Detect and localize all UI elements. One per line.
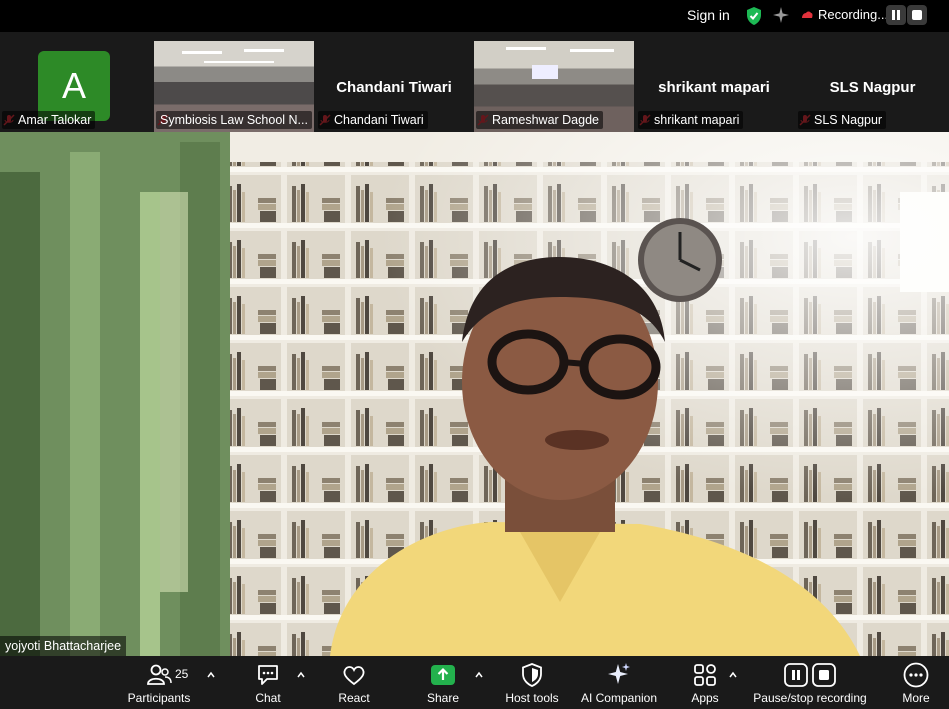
participant-tile[interactable]: Symbiosis Law School N...	[154, 41, 314, 132]
pause-stop-recording-button[interactable]: Pause/stop recording	[752, 662, 868, 705]
participant-strip: A Amar Talokar Symbiosis Law School N...…	[0, 38, 949, 132]
participant-display-name: shrikant mapari	[658, 79, 770, 96]
chat-label: Chat	[255, 691, 281, 705]
participant-tile[interactable]: shrikant mapari shrikant mapari	[636, 41, 792, 132]
chevron-up-icon[interactable]	[474, 670, 484, 680]
participant-display-name: Chandani Tiwari	[336, 79, 452, 96]
more-icon	[903, 662, 929, 688]
sign-in-link[interactable]: Sign in	[687, 7, 730, 23]
participant-name: Chandani Tiwari	[318, 111, 428, 129]
react-label: React	[338, 691, 370, 705]
participants-count: 25	[175, 667, 189, 681]
share-label: Share	[426, 691, 460, 705]
speaker-name-label: yojyoti Bhattacharjee	[0, 636, 127, 656]
host-tools-button[interactable]: Host tools	[502, 662, 562, 705]
chevron-up-icon[interactable]	[728, 670, 738, 680]
apps-button[interactable]: Apps	[689, 662, 721, 705]
ai-sparkle-icon	[608, 663, 630, 684]
react-button[interactable]: React	[334, 662, 374, 705]
projector-screen	[532, 65, 558, 79]
ai-companion-label: AI Companion	[580, 691, 658, 705]
chat-icon	[258, 665, 278, 685]
participant-tile[interactable]: SLS Nagpur SLS Nagpur	[796, 41, 949, 132]
more-button[interactable]: More	[898, 662, 934, 705]
share-screen-icon	[431, 665, 455, 685]
participant-name: shrikant mapari	[638, 111, 744, 129]
shield-icon	[522, 663, 542, 687]
participant-name: Symbiosis Law School N...	[156, 111, 312, 129]
ai-companion-button[interactable]: AI Companion	[578, 662, 660, 705]
top-bar: Sign in Recording...	[0, 0, 949, 32]
host-tools-label: Host tools	[505, 691, 559, 705]
chevron-up-icon[interactable]	[296, 670, 306, 680]
recording-label: Recording...	[818, 7, 889, 22]
participant-name: Amar Talokar	[2, 111, 96, 129]
participant-tile[interactable]: Rameshwar Dagde	[474, 41, 634, 132]
apps-icon	[694, 664, 716, 686]
sparkle-icon[interactable]	[772, 6, 790, 24]
record-icon	[802, 11, 813, 18]
more-label: More	[902, 691, 930, 705]
share-button[interactable]: Share	[423, 662, 463, 705]
pause-recording-button[interactable]	[886, 5, 906, 25]
chat-button[interactable]: Chat	[250, 662, 286, 705]
heart-icon	[343, 666, 365, 686]
participant-name: Rameshwar Dagde	[476, 111, 603, 129]
participants-label: Participants	[127, 691, 191, 705]
speaker-video-frame	[0, 132, 949, 656]
active-speaker-video[interactable]: yojyoti Bhattacharjee	[0, 132, 949, 656]
participant-display-name: SLS Nagpur	[829, 79, 916, 96]
participants-icon	[147, 664, 172, 685]
meeting-toolbar: Participants 25 Chat React Share Host to…	[0, 656, 949, 709]
pause-stop-recording-label: Pause/stop recording	[753, 691, 867, 705]
apps-label: Apps	[691, 691, 719, 705]
shield-check-icon[interactable]	[745, 6, 763, 26]
pause-stop-icon	[784, 663, 836, 687]
chevron-up-icon[interactable]	[206, 670, 216, 680]
participant-tile[interactable]: Chandani Tiwari Chandani Tiwari	[316, 41, 472, 132]
stop-recording-button[interactable]	[907, 5, 927, 25]
recording-status: Recording...	[801, 7, 888, 22]
participant-name: SLS Nagpur	[798, 111, 887, 129]
participant-tile[interactable]: A Amar Talokar	[0, 41, 152, 132]
